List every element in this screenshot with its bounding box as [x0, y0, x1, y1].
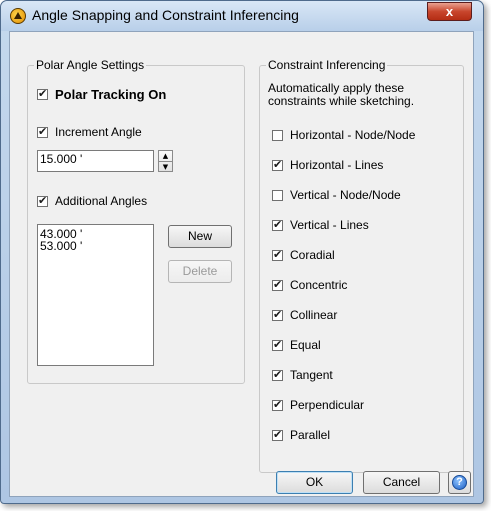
- additional-angles-list[interactable]: 43.000 ' 53.000 ': [37, 224, 154, 366]
- additional-angles-checkbox-row[interactable]: Additional Angles: [37, 194, 147, 208]
- constraint-label: Coradial: [290, 248, 335, 262]
- constraint-checkbox[interactable]: [272, 398, 283, 411]
- constraint-item-vertical-lines[interactable]: Vertical - Lines: [272, 218, 369, 232]
- increment-angle-label: Increment Angle: [55, 125, 142, 139]
- increment-angle-input[interactable]: 15.000 ': [37, 150, 154, 172]
- constraint-checkbox[interactable]: [272, 189, 283, 201]
- polar-tracking-checkbox[interactable]: [37, 87, 48, 100]
- increment-angle-spinner[interactable]: ▲ ▼: [158, 150, 173, 172]
- constraint-label: Parallel: [290, 428, 331, 442]
- constraint-checkbox[interactable]: [272, 129, 283, 141]
- constraint-item-equal[interactable]: Equal: [272, 338, 321, 352]
- window-title: Angle Snapping and Constraint Inferencin…: [32, 7, 299, 23]
- increment-angle-checkbox-row[interactable]: Increment Angle: [37, 125, 142, 139]
- polar-group-label: Polar Angle Settings: [34, 58, 147, 72]
- constraint-group-label: Constraint Inferencing: [266, 58, 388, 72]
- new-angle-button[interactable]: New: [168, 225, 232, 248]
- help-icon: ?: [452, 475, 467, 490]
- constraint-item-vertical-node-node[interactable]: Vertical - Node/Node: [272, 188, 401, 202]
- constraint-label: Concentric: [290, 278, 348, 292]
- constraint-checkbox[interactable]: [272, 308, 283, 321]
- polar-tracking-checkbox-row[interactable]: Polar Tracking On: [37, 87, 166, 102]
- constraint-item-coradial[interactable]: Coradial: [272, 248, 335, 262]
- constraint-checkbox[interactable]: [272, 248, 283, 261]
- constraint-label: Perpendicular: [290, 398, 365, 412]
- constraint-label: Collinear: [290, 308, 338, 322]
- constraint-item-tangent[interactable]: Tangent: [272, 368, 333, 382]
- app-logo-icon: [10, 8, 26, 24]
- constraint-label: Equal: [290, 338, 321, 352]
- title-bar[interactable]: Angle Snapping and Constraint Inferencin…: [1, 1, 483, 31]
- list-item[interactable]: 53.000 ': [38, 240, 153, 252]
- close-button[interactable]: x: [427, 2, 472, 21]
- constraint-item-parallel[interactable]: Parallel: [272, 428, 330, 442]
- constraint-label: Vertical - Node/Node: [290, 188, 401, 202]
- dialog-window: Angle Snapping and Constraint Inferencin…: [0, 0, 484, 504]
- constraint-checkbox[interactable]: [272, 428, 283, 441]
- constraint-label: Vertical - Lines: [290, 218, 369, 232]
- constraint-item-collinear[interactable]: Collinear: [272, 308, 337, 322]
- cancel-button[interactable]: Cancel: [363, 471, 440, 494]
- constraint-item-concentric[interactable]: Concentric: [272, 278, 347, 292]
- constraint-checkbox[interactable]: [272, 338, 283, 351]
- delete-angle-button[interactable]: Delete: [168, 260, 232, 283]
- polar-tracking-label: Polar Tracking On: [55, 87, 167, 102]
- constraint-label: Tangent: [290, 368, 333, 382]
- constraint-checkbox[interactable]: [272, 158, 283, 171]
- constraint-description: Automatically apply these constraints wh…: [268, 81, 415, 108]
- spin-up-icon[interactable]: ▲: [159, 151, 172, 161]
- help-button[interactable]: ?: [448, 471, 471, 494]
- constraint-item-horizontal-lines[interactable]: Horizontal - Lines: [272, 158, 383, 172]
- constraint-label: Horizontal - Node/Node: [290, 128, 416, 142]
- additional-angles-label: Additional Angles: [55, 194, 148, 208]
- ok-button[interactable]: OK: [276, 471, 353, 494]
- dialog-body: Polar Angle Settings Polar Tracking On I…: [9, 31, 474, 497]
- increment-angle-checkbox[interactable]: [37, 125, 48, 138]
- spin-down-icon[interactable]: ▼: [159, 161, 172, 172]
- additional-angles-checkbox[interactable]: [37, 194, 48, 207]
- constraint-checkbox[interactable]: [272, 218, 283, 231]
- constraint-checkbox[interactable]: [272, 278, 283, 291]
- constraint-item-horizontal-node-node[interactable]: Horizontal - Node/Node: [272, 128, 415, 142]
- constraint-checkbox[interactable]: [272, 368, 283, 381]
- constraint-label: Horizontal - Lines: [290, 158, 384, 172]
- constraint-item-perpendicular[interactable]: Perpendicular: [272, 398, 364, 412]
